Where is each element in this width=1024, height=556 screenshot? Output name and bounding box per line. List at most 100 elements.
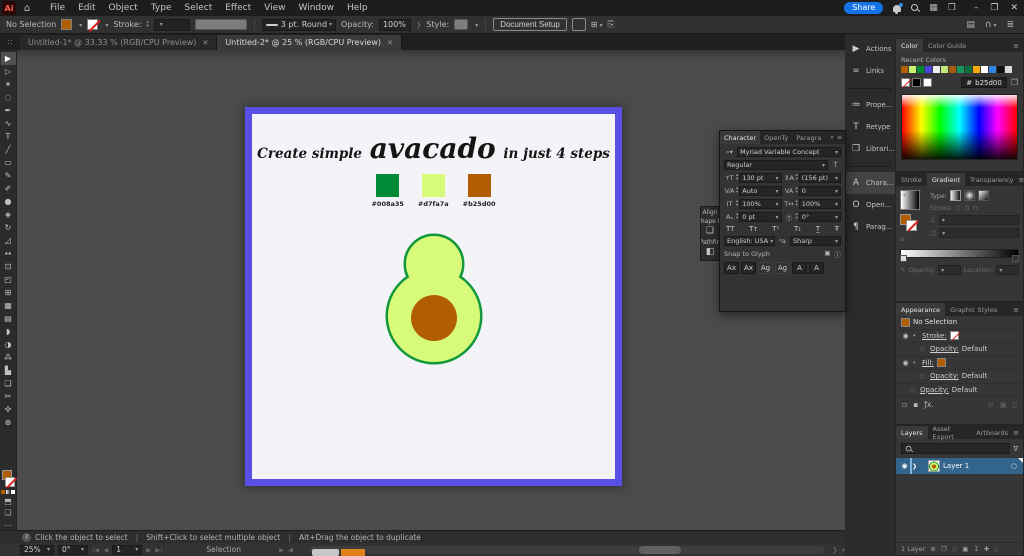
search-icon[interactable] <box>911 4 919 12</box>
linear-gradient-icon[interactable] <box>950 190 962 201</box>
avocado-artwork[interactable] <box>359 224 509 378</box>
panel-tab[interactable]: Artboards <box>971 426 1013 439</box>
aspect-ratio-select[interactable] <box>939 228 1019 238</box>
add-fill-icon[interactable]: ▪ <box>913 400 918 409</box>
selection-tool[interactable]: ▶ <box>0 52 16 65</box>
delete-layer-icon[interactable]: ▯ <box>994 545 998 553</box>
font-options-icon[interactable]: T̂ <box>830 161 841 169</box>
radial-gradient-icon[interactable] <box>964 190 976 201</box>
avocado-svg[interactable] <box>359 224 509 374</box>
pen-tool[interactable]: ✒ <box>1 104 16 117</box>
baseline-input[interactable]: 0 pt <box>739 212 782 222</box>
panel-tab[interactable]: Color <box>896 39 923 52</box>
document-tab[interactable]: Untitled-2* @ 25 % (RGB/CPU Preview) ✕ <box>217 35 402 50</box>
vertical-scale-stepper[interactable]: ▴ ▾ <box>736 199 738 208</box>
width-tool[interactable]: ↔ <box>1 247 16 260</box>
panel-tab[interactable]: Paragra <box>792 131 825 144</box>
info-icon[interactable]: ⓘ <box>835 249 842 259</box>
artboard[interactable]: Create simple avacado in just 4 steps #0… <box>245 107 622 486</box>
panel-tab[interactable]: OpenTy <box>760 131 792 144</box>
horizontal-scale-input[interactable]: 100% <box>798 199 841 209</box>
black-color-chip[interactable] <box>912 78 921 87</box>
rotation-stepper[interactable]: ▴ ▾ <box>796 212 798 221</box>
opacity-stepper-icon[interactable]: ❯ <box>416 21 421 29</box>
add-effect-icon[interactable]: ƒx. <box>924 400 933 409</box>
perspective-grid-tool[interactable]: ⊞ <box>1 286 16 299</box>
kerning-stepper[interactable]: ▴ ▾ <box>736 186 738 195</box>
shape-builder-tool[interactable]: ◰ <box>1 273 16 286</box>
first-artboard-icon[interactable]: |◀ <box>92 546 99 554</box>
font-size-input[interactable]: 130 pt <box>739 173 782 183</box>
visibility-eye-icon[interactable]: ◎ <box>918 345 927 353</box>
fill-row-label[interactable]: Fill: <box>922 359 934 367</box>
add-stroke-icon[interactable]: ▫ <box>902 400 907 409</box>
opacity-link[interactable]: Opacity: <box>920 386 949 394</box>
make-mask-icon[interactable]: ⊕ <box>930 545 935 553</box>
font-style-select[interactable]: Regular <box>724 160 828 170</box>
recent-color-swatch[interactable] <box>965 66 972 73</box>
fill-row-chip[interactable] <box>936 358 946 368</box>
line-segment-tool[interactable]: ╱ <box>1 143 16 156</box>
blob-brush-tool[interactable]: ● <box>1 195 16 208</box>
rectangle-tool[interactable]: ▭ <box>1 156 16 169</box>
workspace-switcher-icon[interactable]: ❐ <box>948 3 956 13</box>
style-swatch[interactable] <box>454 19 469 30</box>
glyph-guides-icon[interactable]: ▣ <box>824 249 830 259</box>
collapse-panel-icon[interactable]: » <box>830 134 834 141</box>
layer-target-circle[interactable]: ○ <box>1011 462 1017 470</box>
stroke-proxy-swatch[interactable] <box>4 477 15 487</box>
panel-tab[interactable]: Appearance <box>896 303 946 316</box>
collapsed-panel-button[interactable]: Shape M ❏ <box>701 218 719 237</box>
stroke-along-icon[interactable]: ⊐ <box>964 204 969 212</box>
panel-tab[interactable]: Layers <box>896 426 928 439</box>
prev-artboard-icon[interactable]: ◀ <box>103 546 108 554</box>
language-select[interactable]: English: USA <box>724 236 775 246</box>
new-layer-icon[interactable]: ✚ <box>984 545 989 553</box>
none-mode-icon[interactable] <box>11 490 15 494</box>
panel-tab[interactable]: Gradient <box>926 173 966 186</box>
tracking-input[interactable]: 0 <box>798 186 841 196</box>
font-search-icon[interactable]: ⌕▾ <box>724 148 735 157</box>
color-mode-icon[interactable] <box>1 490 5 494</box>
minimize-button[interactable]: – <box>974 3 979 13</box>
shaper-tool[interactable]: ✐ <box>1 182 16 195</box>
dock-panel-button[interactable]: O Open... <box>845 194 895 216</box>
export-icon[interactable]: ↧ <box>973 545 978 553</box>
horizontal-scale-stepper[interactable]: ▴ ▾ <box>796 199 798 208</box>
panel-tab[interactable]: Transparency <box>965 173 1018 186</box>
drawing-modes-icon[interactable]: ⬒ <box>4 497 12 506</box>
dock-panel-button[interactable]: ∞ Links <box>845 60 895 82</box>
menu-item[interactable]: Type <box>151 3 172 13</box>
scale-tool[interactable]: ◿ <box>1 234 16 247</box>
panel-menu-icon[interactable]: ≡ <box>1018 173 1024 186</box>
paintbrush-tool[interactable]: ✎ <box>1 169 16 182</box>
layers-search-input[interactable] <box>901 443 1011 454</box>
touch-type-button[interactable]: Ax <box>724 262 739 274</box>
visibility-eye-icon[interactable]: ◉ <box>901 359 910 367</box>
copy-hex-icon[interactable]: ❐ <box>1011 78 1018 87</box>
delete-item-icon[interactable]: ▯ <box>1013 400 1017 409</box>
new-sublayer-icon[interactable]: ❐ <box>941 545 947 553</box>
width-profile-select[interactable] <box>194 19 247 30</box>
menu-item[interactable]: Effect <box>225 3 251 13</box>
font-size-stepper[interactable]: ▴ ▾ <box>736 173 738 182</box>
eraser-tool[interactable]: ◈ <box>1 208 16 221</box>
font-family-select[interactable]: Myriad Variable Concept <box>737 147 841 157</box>
palette-swatch[interactable]: #b25d00 <box>463 174 496 208</box>
opacity-link[interactable]: Opacity: <box>930 372 959 380</box>
vscroll-down-icon[interactable]: ▾ <box>842 546 845 554</box>
stroke-dropdown-icon[interactable] <box>103 20 108 29</box>
menu-item[interactable]: Edit <box>78 3 95 13</box>
recent-color-swatch[interactable] <box>1005 66 1012 73</box>
panel-menu-icon[interactable]: ≡ <box>837 134 842 141</box>
kerning-input[interactable]: Auto <box>739 186 782 196</box>
edit-toolbar-icon[interactable]: … <box>4 519 12 528</box>
tab-close-icon[interactable]: ✕ <box>387 39 393 47</box>
basic-dropdown-icon[interactable]: ⊞ <box>591 20 603 29</box>
screen-mode-icon[interactable]: ❏ <box>4 508 11 517</box>
magic-wand-tool[interactable]: ✶ <box>1 78 16 91</box>
gradient-eyedropper-icon[interactable]: ✎ <box>900 266 905 274</box>
next-artboard-icon[interactable]: ▶ <box>146 546 151 554</box>
dock-panel-button[interactable]: ¶ Parag... <box>845 216 895 238</box>
vertical-scale-input[interactable]: 100% <box>739 199 782 209</box>
